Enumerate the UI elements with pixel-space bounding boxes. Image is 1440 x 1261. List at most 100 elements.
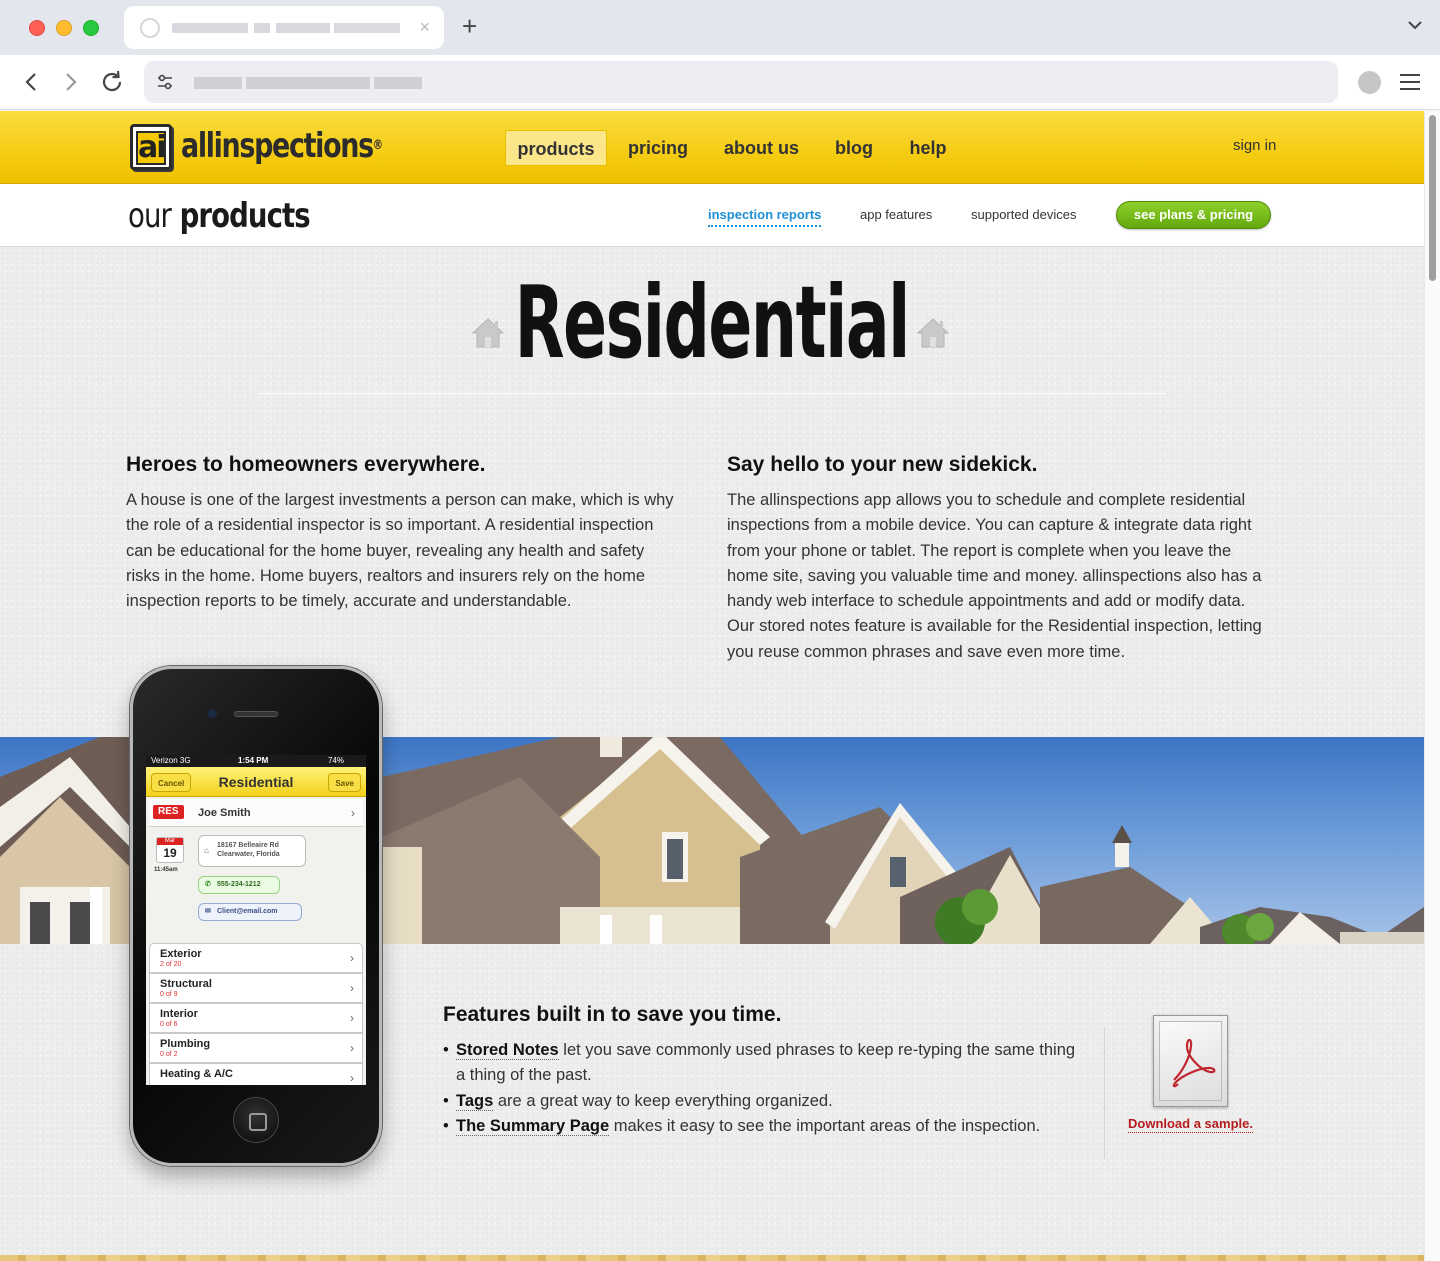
- appointment-time: 11:45am: [154, 867, 178, 873]
- download-sample-link[interactable]: Download a sample.: [1128, 1116, 1253, 1133]
- chevron-down-icon[interactable]: [1406, 16, 1424, 34]
- list-item: Stored Notes let you save commonly used …: [443, 1038, 1083, 1089]
- ios-nav-bar: Residential Cancel Save: [146, 767, 366, 797]
- nav-pricing[interactable]: pricing: [624, 130, 692, 166]
- subtab-supported-devices[interactable]: supported devices: [971, 207, 1077, 222]
- scrollbar-thumb[interactable]: [1429, 115, 1436, 281]
- page-viewport: ai allinspections® products pricing abou…: [0, 111, 1424, 1261]
- browser-tab[interactable]: ×: [124, 6, 444, 49]
- hero-title: Residential: [0, 263, 1424, 383]
- subtab-app-features[interactable]: app features: [860, 207, 932, 222]
- new-tab-button[interactable]: +: [462, 12, 477, 40]
- left-body: A house is one of the largest investment…: [126, 491, 674, 611]
- intro-column-right: Say hello to your new sidekick. The alli…: [727, 452, 1275, 665]
- phone-camera: [208, 709, 217, 718]
- section-row-plumbing[interactable]: Plumbing 0 of 2 ›: [149, 1033, 363, 1063]
- see-plans-button[interactable]: see plans & pricing: [1116, 201, 1271, 229]
- close-window-button[interactable]: [29, 20, 45, 36]
- save-button[interactable]: Save: [328, 773, 361, 792]
- url-placeholder: [194, 77, 422, 89]
- nav-help[interactable]: help: [905, 130, 951, 166]
- subtab-inspection-reports[interactable]: inspection reports: [708, 207, 822, 227]
- section-row-exterior[interactable]: Exterior 2 of 20 ›: [149, 943, 363, 973]
- pdf-icon: [1172, 1038, 1216, 1088]
- tab-favicon-icon: [140, 18, 160, 38]
- section-title-main: products: [179, 196, 311, 236]
- right-body: The allinspections app allows you to sch…: [727, 491, 1262, 661]
- ios-status-bar: Verizon 3G 1:54 PM 74%: [146, 755, 366, 767]
- features-list: Stored Notes let you save commonly used …: [443, 1038, 1083, 1139]
- hero-title-text: Residential: [514, 264, 911, 381]
- main-nav: products pricing about us blog help: [0, 130, 1424, 166]
- feature-term[interactable]: Tags: [456, 1091, 494, 1111]
- res-badge: RES: [153, 805, 184, 819]
- phone-speaker: [234, 711, 278, 717]
- features-section: Features built in to save you time. Stor…: [443, 1002, 1083, 1139]
- maximize-window-button[interactable]: [83, 20, 99, 36]
- section-name: Plumbing: [160, 1038, 211, 1050]
- phone-chip[interactable]: ✆ 555-234-1212: [198, 876, 280, 894]
- section-name: Interior: [160, 1008, 198, 1020]
- phone-icon: ✆: [205, 881, 211, 888]
- back-icon[interactable]: [17, 68, 45, 96]
- site-header: ai allinspections® products pricing abou…: [0, 111, 1424, 184]
- phone-screen: Verizon 3G 1:54 PM 74% Residential Cance…: [146, 755, 366, 1085]
- sample-pdf-thumbnail[interactable]: [1153, 1015, 1228, 1107]
- address-chip[interactable]: ⌂ 18167 Belleaire Rd Clearwater, Florida: [198, 835, 306, 867]
- profile-avatar[interactable]: [1358, 71, 1381, 94]
- left-heading: Heroes to homeowners everywhere.: [126, 453, 486, 476]
- site-settings-icon[interactable]: [156, 73, 174, 91]
- phone-home-button: [233, 1097, 279, 1143]
- home-icon: ⌂: [204, 846, 209, 855]
- battery-text: 74%: [328, 756, 345, 765]
- tab-close-icon[interactable]: ×: [419, 17, 430, 37]
- section-progress: 2 of 20: [160, 961, 182, 968]
- iphone-mockup: Verizon 3G 1:54 PM 74% Residential Cance…: [130, 666, 382, 1166]
- chevron-right-icon: ›: [350, 1071, 354, 1085]
- list-item: The Summary Page makes it easy to see th…: [443, 1114, 1083, 1140]
- menu-icon[interactable]: [1400, 74, 1420, 90]
- section-row-structural[interactable]: Structural 0 of 9 ›: [149, 973, 363, 1003]
- cancel-button[interactable]: Cancel: [151, 773, 192, 792]
- page-scrollbar[interactable]: [1424, 111, 1440, 1261]
- minimize-window-button[interactable]: [56, 20, 72, 36]
- section-name: Heating & A/C: [160, 1068, 233, 1080]
- intro-column-left: Heroes to homeowners everywhere. A house…: [126, 452, 674, 614]
- cal-day: 19: [163, 846, 177, 860]
- email-chip[interactable]: ✉ Client@email.com: [198, 903, 302, 921]
- reload-icon[interactable]: [98, 68, 126, 96]
- client-name: Joe Smith: [198, 807, 251, 819]
- nav-products[interactable]: products: [505, 130, 607, 166]
- section-progress: 0 of 2: [160, 1051, 178, 1058]
- section-progress: 0 of 9: [160, 991, 178, 998]
- browser-tab-bar: × +: [0, 0, 1440, 55]
- forward-icon[interactable]: [57, 68, 85, 96]
- chevron-right-icon: ›: [351, 805, 355, 820]
- footer-texture: [0, 1255, 1424, 1261]
- right-heading: Say hello to your new sidekick.: [727, 453, 1038, 476]
- feature-text: are a great way to keep everything organ…: [493, 1091, 833, 1110]
- feature-term[interactable]: The Summary Page: [456, 1116, 610, 1136]
- pdf-page: [1159, 1021, 1222, 1101]
- section-title: our products: [128, 194, 311, 238]
- section-progress: 0 of 6: [160, 1021, 178, 1028]
- client-row[interactable]: RES Joe Smith ›: [149, 799, 363, 827]
- sign-in-link[interactable]: sign in: [1233, 137, 1276, 154]
- address-line2: Clearwater, Florida: [217, 851, 280, 858]
- house-icon: [916, 318, 950, 348]
- phone-number: 555-234-1212: [217, 881, 261, 888]
- nav-about-us[interactable]: about us: [720, 130, 803, 166]
- chevron-right-icon: ›: [350, 1011, 354, 1025]
- status-time: 1:54 PM: [238, 756, 269, 765]
- address-bar[interactable]: [144, 61, 1338, 103]
- carrier-text: Verizon 3G: [151, 756, 191, 765]
- nav-blog[interactable]: blog: [830, 130, 878, 166]
- list-item: Tags are a great way to keep everything …: [443, 1089, 1083, 1115]
- section-name: Exterior: [160, 948, 202, 960]
- feature-term[interactable]: Stored Notes: [456, 1041, 559, 1060]
- email-text: Client@email.com: [217, 908, 278, 915]
- chevron-right-icon: ›: [350, 951, 354, 965]
- chevron-right-icon: ›: [350, 1041, 354, 1055]
- section-row-interior[interactable]: Interior 0 of 6 ›: [149, 1003, 363, 1033]
- section-row-heating[interactable]: Heating & A/C ›: [149, 1063, 363, 1085]
